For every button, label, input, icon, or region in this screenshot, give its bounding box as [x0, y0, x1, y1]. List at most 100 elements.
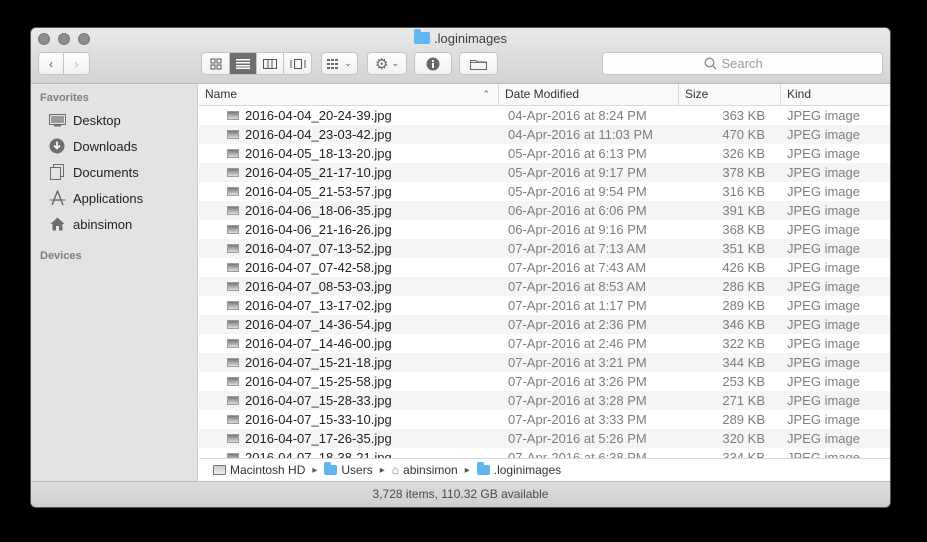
path-item-label: Macintosh HD — [230, 463, 306, 477]
table-row[interactable]: 2016-04-05_21-53-57.jpg 05-Apr-2016 at 9:… — [199, 182, 890, 201]
file-name-text: 2016-04-07_14-36-54.jpg — [245, 317, 392, 332]
file-date: 07-Apr-2016 at 6:38 PM — [508, 450, 647, 458]
icon-view-icon[interactable] — [202, 53, 230, 74]
devices-heading: Devices — [40, 250, 82, 262]
new-folder-button[interactable] — [459, 52, 498, 75]
file-name-text: 2016-04-07_15-28-33.jpg — [245, 393, 392, 408]
file-kind: JPEG image — [787, 222, 860, 237]
table-row[interactable]: 2016-04-07_14-46-00.jpg 07-Apr-2016 at 2:… — [199, 334, 890, 353]
table-row[interactable]: 2016-04-06_21-16-26.jpg 06-Apr-2016 at 9:… — [199, 220, 890, 239]
file-name-text: 2016-04-07_15-33-10.jpg — [245, 412, 392, 427]
table-row[interactable]: 2016-04-07_07-13-52.jpg 07-Apr-2016 at 7:… — [199, 239, 890, 258]
table-row[interactable]: 2016-04-07_15-21-18.jpg 07-Apr-2016 at 3:… — [199, 353, 890, 372]
column-date-label: Date Modified — [505, 87, 580, 101]
file-name-text: 2016-04-07_17-26-35.jpg — [245, 431, 392, 446]
file-date: 07-Apr-2016 at 2:36 PM — [508, 317, 647, 332]
arrange-button[interactable]: ⌄ — [321, 52, 358, 75]
table-row[interactable]: 2016-04-05_18-13-20.jpg 05-Apr-2016 at 6:… — [199, 144, 890, 163]
file-size: 271 KB — [722, 393, 765, 408]
file-name-text: 2016-04-07_07-13-52.jpg — [245, 241, 392, 256]
file-kind: JPEG image — [787, 317, 860, 332]
column-kind[interactable]: Kind — [781, 84, 890, 106]
file-name-text: 2016-04-05_18-13-20.jpg — [245, 146, 392, 161]
file-kind: JPEG image — [787, 374, 860, 389]
window-title: .loginimages — [31, 29, 890, 46]
file-name: 2016-04-05_21-53-57.jpg — [227, 182, 392, 201]
sidebar-item-desktop[interactable]: Desktop — [48, 109, 121, 131]
file-name: 2016-04-07_13-17-02.jpg — [227, 296, 392, 315]
file-name: 2016-04-07_07-13-52.jpg — [227, 239, 392, 258]
new-folder-icon — [470, 59, 487, 70]
column-name[interactable]: Name ⌃ — [199, 84, 499, 106]
path-item-label: .loginimages — [493, 463, 562, 477]
path-item-macintosh-hd[interactable]: Macintosh HD — [213, 463, 305, 477]
file-name: 2016-04-06_18-06-35.jpg — [227, 201, 392, 220]
search-input[interactable] — [721, 56, 782, 71]
sidebar: Favorites Desktop Downloads Documents Ap… — [31, 84, 198, 481]
table-row[interactable]: 2016-04-07_17-26-35.jpg 07-Apr-2016 at 5:… — [199, 429, 890, 448]
list-view-icon[interactable] — [230, 53, 257, 74]
file-name: 2016-04-07_14-46-00.jpg — [227, 334, 392, 353]
arrange-grid-icon — [327, 58, 339, 69]
navigation-buttons: ‹ › — [38, 52, 90, 75]
path-item-current-folder[interactable]: .loginimages — [476, 462, 562, 477]
table-row[interactable]: 2016-04-07_18-38-21.jpg 07-Apr-2016 at 6:… — [199, 448, 890, 458]
file-date: 07-Apr-2016 at 3:28 PM — [508, 393, 647, 408]
file-name: 2016-04-05_21-17-10.jpg — [227, 163, 392, 182]
table-row[interactable]: 2016-04-07_08-53-03.jpg 07-Apr-2016 at 8:… — [199, 277, 890, 296]
action-button[interactable]: ⚙ ⌄ — [367, 52, 407, 75]
column-size[interactable]: Size — [679, 84, 781, 106]
table-row[interactable]: 2016-04-04_20-24-39.jpg 04-Apr-2016 at 8:… — [199, 106, 890, 125]
file-kind: JPEG image — [787, 279, 860, 294]
column-view-icon[interactable] — [257, 53, 284, 74]
table-row[interactable]: 2016-04-04_23-03-42.jpg 04-Apr-2016 at 11… — [199, 125, 890, 144]
chevron-right-icon[interactable]: › — [64, 53, 89, 74]
file-size: 351 KB — [722, 241, 765, 256]
file-size: 391 KB — [722, 203, 765, 218]
applications-icon — [48, 190, 66, 206]
file-name: 2016-04-07_14-36-54.jpg — [227, 315, 392, 334]
table-row[interactable]: 2016-04-07_15-25-58.jpg 07-Apr-2016 at 3:… — [199, 372, 890, 391]
table-row[interactable]: 2016-04-07_14-36-54.jpg 07-Apr-2016 at 2:… — [199, 315, 890, 334]
search-icon — [703, 57, 717, 70]
get-info-button[interactable] — [414, 52, 452, 75]
file-date: 06-Apr-2016 at 6:06 PM — [508, 203, 647, 218]
path-item-home[interactable]: ⌂ abinsimon — [392, 463, 458, 477]
file-kind: JPEG image — [787, 203, 860, 218]
file-date: 07-Apr-2016 at 3:33 PM — [508, 412, 647, 427]
file-name: 2016-04-05_18-13-20.jpg — [227, 144, 392, 163]
search-field[interactable] — [602, 52, 883, 75]
file-name: 2016-04-07_17-26-35.jpg — [227, 429, 392, 448]
chevron-right-icon: ▸ — [312, 464, 318, 476]
table-row[interactable]: 2016-04-05_21-17-10.jpg 05-Apr-2016 at 9:… — [199, 163, 890, 182]
file-name: 2016-04-07_15-25-58.jpg — [227, 372, 392, 391]
favorites-heading: Favorites — [40, 92, 89, 104]
sidebar-item-applications[interactable]: Applications — [48, 187, 143, 209]
table-row[interactable]: 2016-04-07_13-17-02.jpg 07-Apr-2016 at 1:… — [199, 296, 890, 315]
path-item-users[interactable]: Users — [324, 462, 373, 477]
file-size: 289 KB — [722, 412, 765, 427]
table-row[interactable]: 2016-04-06_18-06-35.jpg 06-Apr-2016 at 6:… — [199, 201, 890, 220]
file-size: 322 KB — [722, 336, 765, 351]
sidebar-item-downloads[interactable]: Downloads — [48, 135, 137, 157]
toolbar: .loginimages ‹ › ⌄ ⚙ ⌄ Search — [31, 28, 890, 84]
table-row[interactable]: 2016-04-07_15-28-33.jpg 07-Apr-2016 at 3:… — [199, 391, 890, 410]
file-name-text: 2016-04-07_08-53-03.jpg — [245, 279, 392, 294]
file-kind: JPEG image — [787, 127, 860, 142]
file-name: 2016-04-07_15-21-18.jpg — [227, 353, 392, 372]
file-kind: JPEG image — [787, 108, 860, 123]
file-name-text: 2016-04-07_14-46-00.jpg — [245, 336, 392, 351]
chevron-left-icon[interactable]: ‹ — [39, 53, 65, 74]
file-kind: JPEG image — [787, 336, 860, 351]
sidebar-item-documents[interactable]: Documents — [48, 161, 139, 183]
sidebar-item-home[interactable]: abinsimon — [48, 213, 132, 235]
file-size: 289 KB — [722, 298, 765, 313]
column-date[interactable]: Date Modified — [499, 84, 679, 106]
finder-window: .loginimages ‹ › ⌄ ⚙ ⌄ Search Favorites … — [31, 28, 890, 507]
table-row[interactable]: 2016-04-07_07-42-58.jpg 07-Apr-2016 at 7:… — [199, 258, 890, 277]
path-bar: Macintosh HD ▸ Users ▸ ⌂ abinsimon ▸ .log… — [199, 458, 890, 481]
desktop-icon — [48, 112, 66, 128]
cover-flow-icon[interactable] — [284, 53, 311, 74]
file-name-text: 2016-04-07_15-21-18.jpg — [245, 355, 392, 370]
table-row[interactable]: 2016-04-07_15-33-10.jpg 07-Apr-2016 at 3:… — [199, 410, 890, 429]
